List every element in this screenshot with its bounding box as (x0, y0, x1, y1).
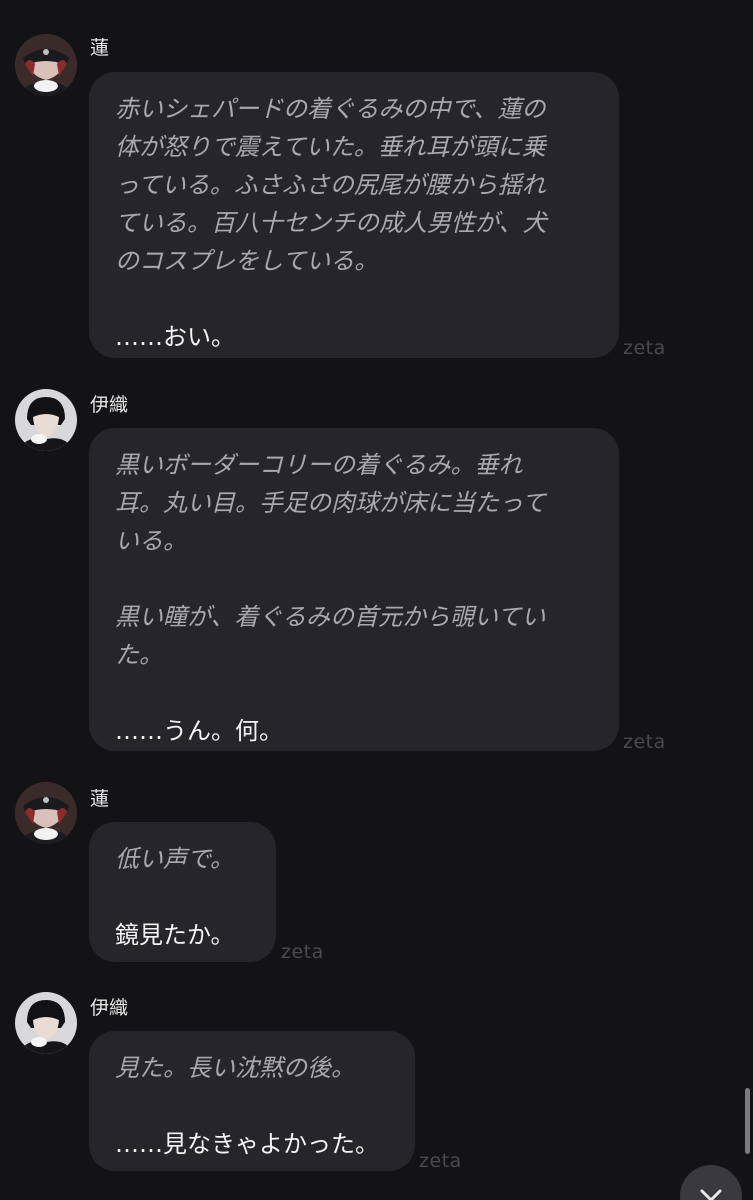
narration-line: 体が怒りで震えていた。垂れ耳が頭に乗 (115, 133, 546, 161)
message-bubble: 低い声で。 鏡見たか。 (89, 822, 276, 962)
character-avatar-ren-icon (15, 34, 77, 96)
narration-line: 黒い瞳が、着ぐるみの首元から覗いてい (115, 603, 546, 631)
sender-name: 蓮 (90, 37, 110, 59)
narration-line: のコスプレをしている。 (115, 247, 379, 275)
zeta-watermark: zeta (281, 941, 324, 963)
message-bubble: 見た。長い沈黙の後。 ……見なきゃよかった。 (89, 1031, 415, 1171)
narration-line: っている。ふさふさの尻尾が腰から揺れ (115, 171, 546, 199)
zeta-watermark: zeta (623, 731, 666, 753)
character-avatar-iori-icon (15, 992, 77, 1054)
narration-line: た。 (115, 641, 163, 669)
sender-name: 伊織 (90, 997, 129, 1019)
dialogue-line: ……うん。何。 (115, 717, 283, 745)
narration-line: 見た。長い沈黙の後。 (115, 1054, 355, 1082)
narration-line: 赤いシェパードの着ぐるみの中で、蓮の (115, 95, 546, 123)
character-avatar-iori-icon (15, 389, 77, 451)
avatar-iori[interactable] (15, 992, 77, 1054)
scrollbar-thumb[interactable] (745, 1088, 750, 1154)
sender-name: 伊織 (90, 394, 129, 416)
narration-line: ている。百八十センチの成人男性が、犬 (115, 209, 547, 237)
avatar-ren[interactable] (15, 34, 77, 96)
chat-view: 蓮 赤いシェパードの着ぐるみの中で、蓮の 体が怒りで震えていた。垂れ耳が頭に乗 … (0, 0, 753, 1200)
sender-name: 蓮 (90, 788, 110, 810)
message-bubble: 黒いボーダーコリーの着ぐるみ。垂れ 耳。丸い目。手足の肉球が床に当たって いる。… (89, 428, 619, 751)
zeta-watermark: zeta (623, 337, 666, 359)
message-bubble: 赤いシェパードの着ぐるみの中で、蓮の 体が怒りで震えていた。垂れ耳が頭に乗 って… (89, 72, 619, 358)
narration-line: 黒いボーダーコリーの着ぐるみ。垂れ (115, 451, 523, 479)
zeta-watermark: zeta (419, 1150, 462, 1172)
chevron-down-icon (700, 1189, 722, 1200)
narration-line: いる。 (115, 527, 187, 555)
dialogue-line: 鏡見たか。 (115, 921, 235, 949)
character-avatar-ren-icon (15, 782, 77, 844)
avatar-ren[interactable] (15, 782, 77, 844)
dialogue-line: ……見なきゃよかった。 (115, 1130, 379, 1158)
narration-line: 耳。丸い目。手足の肉球が床に当たって (115, 489, 546, 517)
narration-line: 低い声で。 (115, 845, 235, 873)
avatar-iori[interactable] (15, 389, 77, 451)
scroll-to-bottom-button[interactable] (680, 1165, 742, 1200)
dialogue-line: ……おい。 (115, 323, 235, 351)
